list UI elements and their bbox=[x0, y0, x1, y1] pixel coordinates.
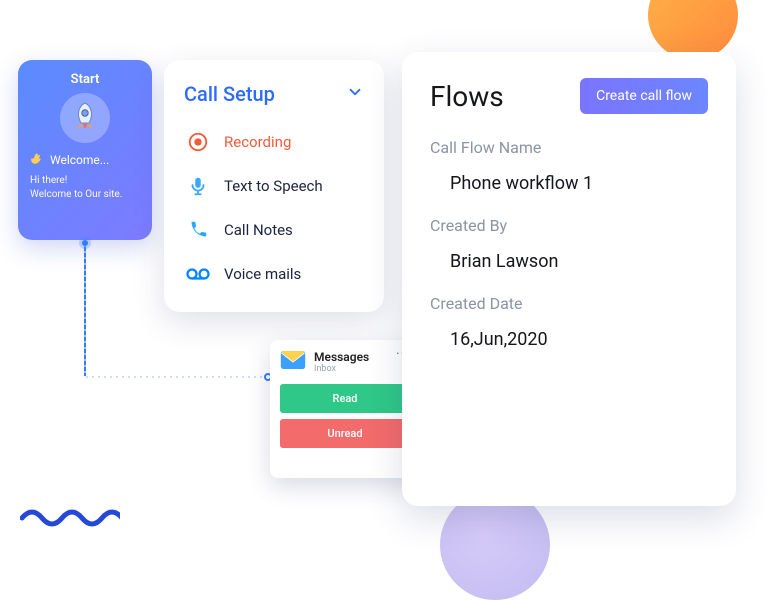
create-call-flow-button[interactable]: Create call flow bbox=[580, 78, 708, 114]
messages-card: Messages Inbox ··· Read Unread bbox=[270, 340, 420, 478]
messages-title: Messages bbox=[314, 350, 369, 364]
microphone-icon bbox=[186, 174, 210, 198]
mail-icon bbox=[280, 350, 306, 374]
read-button[interactable]: Read bbox=[280, 384, 410, 413]
unread-button[interactable]: Unread bbox=[280, 419, 410, 448]
start-title: Start bbox=[30, 72, 140, 87]
setup-item-label: Text to Speech bbox=[224, 177, 323, 195]
phone-icon bbox=[186, 218, 210, 242]
flows-title: Flows bbox=[430, 80, 504, 113]
voicemail-icon bbox=[186, 262, 210, 286]
field-created-date: Created Date 16,Jun,2020 bbox=[430, 294, 708, 350]
setup-item-tts[interactable]: Text to Speech bbox=[184, 164, 364, 208]
welcome-label: Welcome... bbox=[50, 153, 109, 167]
decorative-circle-orange bbox=[648, 0, 738, 60]
call-setup-header[interactable]: Call Setup bbox=[184, 82, 364, 106]
setup-item-label: Recording bbox=[224, 133, 291, 151]
connector-line-vertical bbox=[84, 246, 86, 376]
field-label: Created Date bbox=[430, 294, 708, 313]
setup-item-voicemail[interactable]: Voice mails bbox=[184, 252, 364, 296]
decorative-circle-purple bbox=[440, 490, 550, 600]
field-label: Created By bbox=[430, 216, 708, 235]
start-node-card[interactable]: Start Welcome... Hi there! Welcome to Ou… bbox=[18, 60, 152, 240]
setup-item-label: Voice mails bbox=[224, 265, 301, 283]
wave-icon bbox=[30, 151, 44, 168]
setup-item-recording[interactable]: Recording bbox=[184, 120, 364, 164]
decorative-wave bbox=[20, 504, 120, 530]
setup-item-label: Call Notes bbox=[224, 221, 293, 239]
start-line1: Hi there! bbox=[30, 174, 140, 188]
field-call-flow-name: Call Flow Name Phone workflow 1 bbox=[430, 138, 708, 194]
field-label: Call Flow Name bbox=[430, 138, 708, 157]
setup-item-call-notes[interactable]: Call Notes bbox=[184, 208, 364, 252]
record-icon bbox=[186, 130, 210, 154]
connector-line-horizontal bbox=[84, 376, 264, 378]
flows-panel: Flows Create call flow Call Flow Name Ph… bbox=[402, 52, 736, 506]
rocket-icon bbox=[60, 93, 110, 143]
chevron-down-icon bbox=[346, 83, 364, 105]
call-setup-card: Call Setup Recording Text to Speech Call… bbox=[164, 60, 384, 312]
start-line2: Welcome to Our site. bbox=[30, 188, 140, 202]
field-value: Phone workflow 1 bbox=[430, 173, 708, 194]
field-value: Brian Lawson bbox=[430, 251, 708, 272]
field-created-by: Created By Brian Lawson bbox=[430, 216, 708, 272]
call-setup-title: Call Setup bbox=[184, 82, 275, 106]
messages-subtitle: Inbox bbox=[314, 364, 369, 374]
field-value: 16,Jun,2020 bbox=[430, 329, 708, 350]
